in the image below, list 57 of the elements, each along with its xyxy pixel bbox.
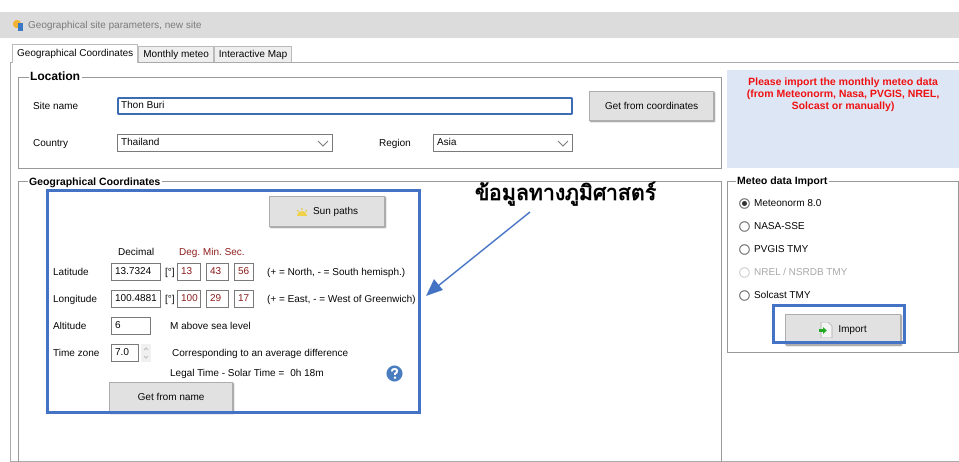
- decimal-field[interactable]: 13.7324: [111, 263, 161, 281]
- radio-label[interactable]: PVGIS TMY: [754, 244, 808, 254]
- app-icon: [12, 19, 24, 31]
- column-header: Decimal: [118, 246, 156, 258]
- decimal-field[interactable]: 100.4881: [111, 290, 161, 308]
- region-dropdown[interactable]: Asia: [433, 134, 573, 152]
- hint-text: (+ = East, - = West of Greenwich): [267, 294, 416, 304]
- hint-text: Corresponding to an average difference: [172, 348, 348, 358]
- import-notice: Please import the monthly meteo data (from Meteonorm, Nasa, PVGIS, NREL, Solcast or manually): [727, 70, 959, 168]
- field-label: Country: [33, 138, 70, 148]
- country-dropdown[interactable]: Thailand: [117, 134, 333, 152]
- field-label: Altitude: [53, 320, 88, 332]
- legal-time-label: Legal Time - Solar Time =: [170, 368, 284, 378]
- import-icon: [819, 322, 834, 338]
- sun-icon: [296, 208, 308, 216]
- legal-time-value: 0h 18m: [290, 368, 324, 378]
- field-label: Region: [379, 138, 412, 148]
- hint-text: M above sea level: [170, 320, 251, 332]
- get-from-coordinates-button[interactable]: Get from coordinates: [589, 91, 714, 121]
- altitude-field[interactable]: 6: [111, 317, 151, 335]
- column-header: Deg. Min. Sec.: [179, 246, 245, 258]
- time-zone-field[interactable]: 7.0: [111, 344, 139, 362]
- chevron-down-icon: [557, 140, 569, 146]
- radio-label[interactable]: Meteonorm 8.0: [754, 198, 822, 208]
- get-from-name-button[interactable]: Get from name: [109, 382, 233, 413]
- dms-field[interactable]: 13: [177, 263, 201, 281]
- radio-button[interactable]: [739, 220, 750, 232]
- group-title: Meteo data Import: [736, 174, 830, 188]
- import-button[interactable]: Import: [785, 314, 901, 345]
- tab[interactable]: Geographical Coordinates: [12, 44, 138, 63]
- annotation-text: ข้อมูลทางภูมิศาสตร์: [475, 180, 656, 208]
- group-title: Geographical Coordinates: [28, 175, 162, 189]
- dms-field[interactable]: 100: [177, 290, 201, 308]
- sun-paths-button[interactable]: Sun paths: [269, 196, 385, 227]
- dms-field[interactable]: 43: [206, 263, 229, 281]
- radio-button[interactable]: [739, 198, 750, 208]
- tab[interactable]: Interactive Map: [214, 46, 292, 62]
- field-label: Latitude: [53, 266, 90, 278]
- dms-field[interactable]: 29: [206, 290, 229, 308]
- dms-field[interactable]: 56: [234, 263, 254, 281]
- unit-label: [°]: [165, 294, 176, 304]
- unit-label: [°]: [165, 266, 176, 278]
- radio-button[interactable]: [739, 290, 750, 300]
- field-label: Longitude: [53, 294, 98, 304]
- field-label: Site name: [33, 100, 80, 112]
- radio-label[interactable]: Solcast TMY: [754, 290, 810, 300]
- radio-label[interactable]: NASA-SSE: [754, 220, 805, 232]
- field-label: Time zone: [53, 348, 100, 358]
- dms-field[interactable]: 17: [234, 290, 254, 308]
- group-title: Location: [29, 69, 82, 83]
- tab[interactable]: Monthly meteo: [138, 46, 214, 62]
- hint-text: (+ = North, - = South hemisph.): [267, 266, 406, 278]
- site-name-field[interactable]: Thon Buri: [117, 97, 573, 115]
- help-icon[interactable]: [386, 364, 403, 382]
- radio-button[interactable]: [739, 244, 750, 254]
- window-title: Geographical site parameters, new site: [28, 20, 202, 30]
- chevron-down-icon: [317, 140, 329, 146]
